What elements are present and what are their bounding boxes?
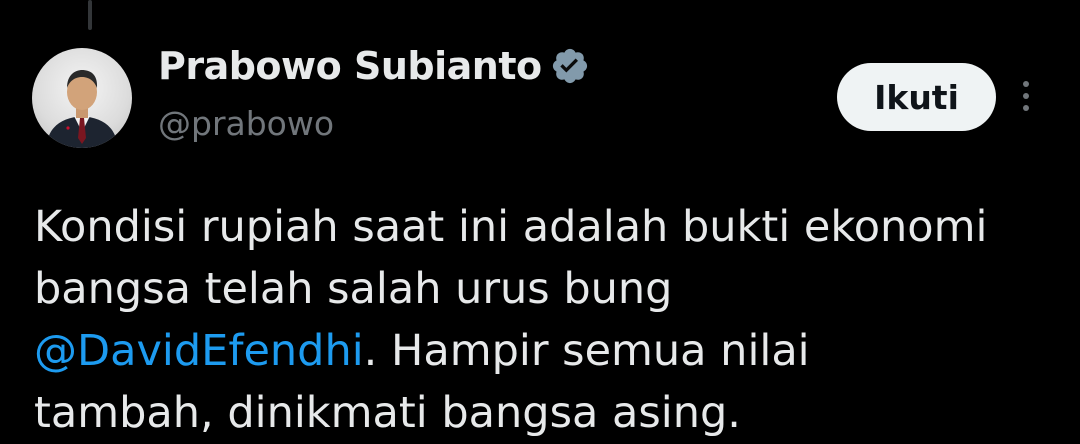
tweet-line: bangsa telah salah urus bung [34, 264, 673, 314]
tweet-line: Kondisi rupiah saat ini adalah bukti eko… [34, 202, 988, 252]
ellipsis-dot [1023, 93, 1029, 99]
tweet-line: @DavidEfendhi. Hampir semua nilai [34, 320, 1064, 382]
verified-badge-icon[interactable] [550, 46, 590, 86]
ellipsis-dot [1023, 105, 1029, 111]
tweet-line: tambah, dinikmati bangsa asing. [34, 388, 741, 438]
profile-photo [46, 70, 118, 148]
author-name-row: Prabowo Subianto [158, 42, 590, 90]
vertical-ellipsis-icon[interactable] [1012, 76, 1040, 116]
thread-connector-line [88, 0, 92, 30]
author-handle[interactable]: @prabowo [158, 104, 334, 143]
ellipsis-dot [1023, 81, 1029, 87]
follow-button[interactable]: Ikuti [837, 63, 996, 131]
author-display-name[interactable]: Prabowo Subianto [158, 44, 542, 88]
tweet-text: Kondisi rupiah saat ini adalah bukti eko… [34, 196, 1064, 444]
avatar[interactable] [32, 48, 132, 148]
tweet-line-text: . Hampir semua nilai [363, 326, 810, 376]
mention-link[interactable]: @DavidEfendhi [34, 326, 364, 376]
